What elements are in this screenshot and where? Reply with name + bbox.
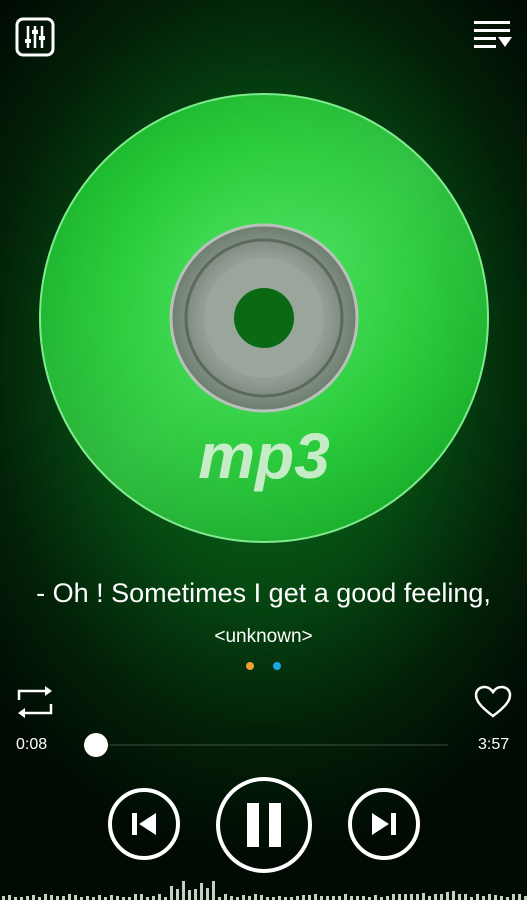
visualizer-bar xyxy=(74,895,77,900)
skip-previous-icon xyxy=(132,813,156,835)
play-pause-button[interactable] xyxy=(216,777,312,873)
visualizer-bar xyxy=(452,891,455,900)
repeat-icon xyxy=(17,686,53,718)
previous-button[interactable] xyxy=(108,788,180,860)
visualizer-bar xyxy=(152,896,155,900)
visualizer-bar xyxy=(326,896,329,900)
visualizer-bar xyxy=(224,894,227,900)
visualizer-bar xyxy=(86,896,89,900)
visualizer-bar xyxy=(356,896,359,900)
visualizer-bar xyxy=(248,896,251,900)
visualizer-bar xyxy=(464,894,467,900)
visualizer-bar xyxy=(158,894,161,900)
skip-next-icon xyxy=(372,813,396,835)
visualizer-bar xyxy=(488,894,491,900)
favorite-button[interactable] xyxy=(472,684,514,720)
visualizer-bar xyxy=(242,895,245,900)
repeat-button[interactable] xyxy=(14,684,56,720)
page-dot xyxy=(273,662,281,670)
page-dot xyxy=(246,662,254,670)
visualizer-bar xyxy=(206,888,209,900)
total-time: 3:57 xyxy=(478,736,510,753)
visualizer-bar xyxy=(98,895,101,900)
visualizer-bar xyxy=(302,895,305,900)
visualizer-bar xyxy=(410,894,413,900)
equalizer-icon xyxy=(15,17,55,57)
track-title: - Oh ! Sometimes I get a good feeling, xyxy=(36,578,491,608)
queue-button[interactable] xyxy=(468,14,516,58)
equalizer-button[interactable] xyxy=(14,16,56,58)
visualizer-bar xyxy=(62,896,65,900)
queue-list-icon xyxy=(474,21,512,48)
visualizer-bar xyxy=(476,894,479,900)
seek-bar[interactable] xyxy=(84,733,448,757)
visualizer-bar xyxy=(320,896,323,900)
visualizer-bar xyxy=(416,894,419,900)
visualizer-bar xyxy=(308,895,311,900)
visualizer-bar xyxy=(32,895,35,900)
visualizer-bar xyxy=(188,890,191,900)
visualizer-bar xyxy=(260,895,263,900)
visualizer-bar xyxy=(182,881,185,900)
visualizer-bar xyxy=(332,896,335,900)
audio-visualizer xyxy=(2,881,527,900)
visualizer-bar xyxy=(392,894,395,900)
track-artist: <unknown> xyxy=(214,626,313,647)
visualizer-bar xyxy=(140,894,143,900)
visualizer-bar xyxy=(110,895,113,900)
visualizer-bar xyxy=(422,893,425,900)
album-art-label: mp3 xyxy=(198,420,330,492)
visualizer-bar xyxy=(482,896,485,900)
visualizer-bar xyxy=(314,894,317,900)
visualizer-bar xyxy=(458,894,461,900)
visualizer-bar xyxy=(404,894,407,900)
next-button[interactable] xyxy=(348,788,420,860)
visualizer-bar xyxy=(398,894,401,900)
visualizer-bar xyxy=(176,889,179,900)
visualizer-bar xyxy=(8,895,11,900)
visualizer-bar xyxy=(338,896,341,900)
top-bar xyxy=(0,0,527,75)
visualizer-bar xyxy=(434,894,437,900)
visualizer-bar xyxy=(200,883,203,900)
visualizer-bar xyxy=(296,896,299,900)
visualizer-bar xyxy=(440,894,443,900)
heart-icon xyxy=(474,685,512,718)
visualizer-bar xyxy=(134,894,137,900)
visualizer-bar xyxy=(50,895,53,900)
pause-icon xyxy=(247,803,281,847)
visualizer-bar xyxy=(26,896,29,900)
visualizer-bar xyxy=(194,889,197,900)
visualizer-bar xyxy=(428,896,431,900)
visualizer-bar xyxy=(374,895,377,900)
visualizer-bar xyxy=(56,896,59,900)
visualizer-bar xyxy=(230,896,233,900)
visualizer-bar xyxy=(344,894,347,900)
elapsed-time: 0:08 xyxy=(16,736,48,753)
visualizer-bar xyxy=(278,896,281,900)
visualizer-bar xyxy=(68,894,71,900)
visualizer-bar xyxy=(350,896,353,900)
visualizer-bar xyxy=(116,896,119,900)
visualizer-bar xyxy=(500,896,503,900)
visualizer-bar xyxy=(2,896,5,900)
visualizer-bar xyxy=(512,894,515,900)
visualizer-bar xyxy=(446,892,449,900)
visualizer-bar xyxy=(254,894,257,900)
visualizer-bar xyxy=(386,896,389,900)
visualizer-bar xyxy=(212,881,215,900)
seek-thumb[interactable] xyxy=(84,733,108,757)
visualizer-bar xyxy=(44,894,47,900)
visualizer-bar xyxy=(518,894,521,900)
page-indicator xyxy=(0,662,527,670)
album-art: mp3 xyxy=(38,92,490,544)
visualizer-bar xyxy=(494,895,497,900)
visualizer-bar xyxy=(170,886,173,900)
visualizer-bar xyxy=(362,896,365,900)
